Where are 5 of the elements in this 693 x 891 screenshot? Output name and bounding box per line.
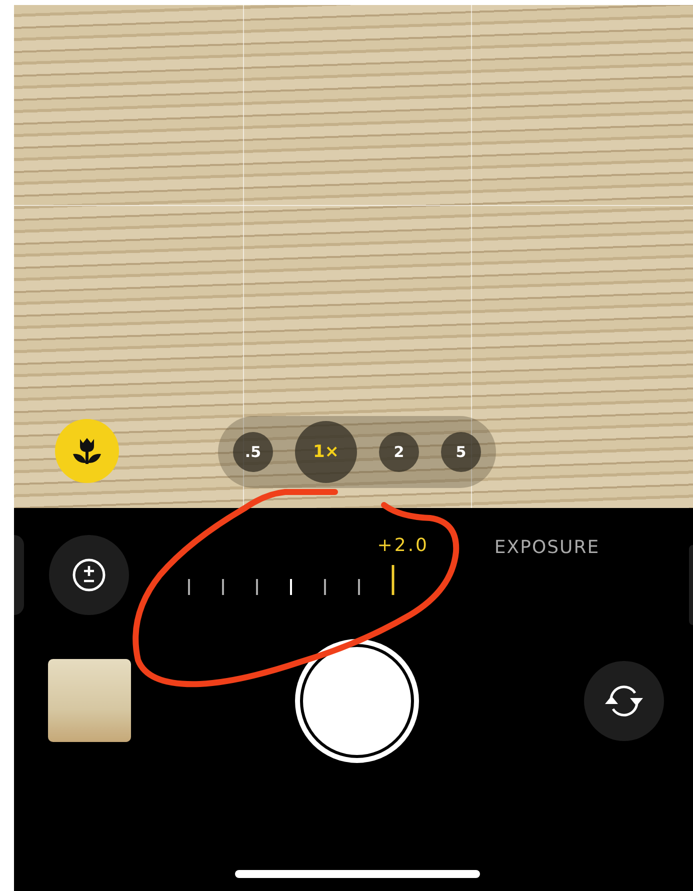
exposure-label: EXPOSURE xyxy=(494,537,600,558)
flower-icon xyxy=(70,436,104,466)
photo-thumbnail[interactable] xyxy=(48,659,131,742)
exposure-value: +2.0 xyxy=(377,535,429,556)
plus-minus-icon xyxy=(71,557,107,593)
